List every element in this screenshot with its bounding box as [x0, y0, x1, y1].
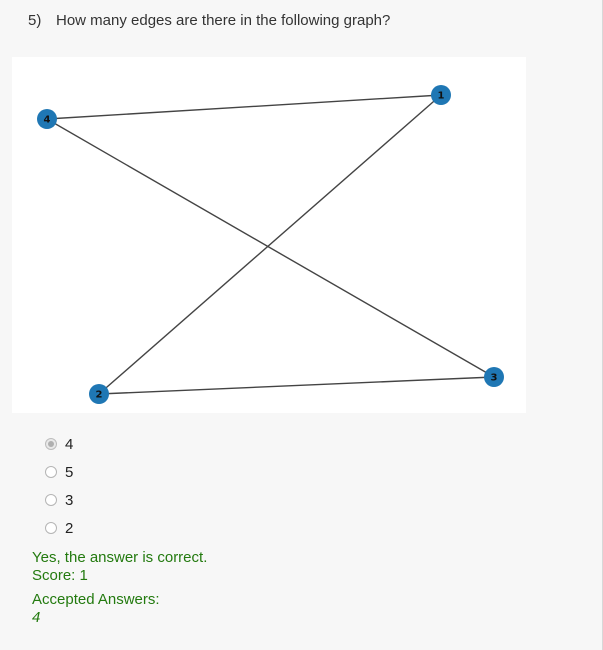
feedback-score: Score: 1	[32, 567, 88, 584]
node-4: 4	[37, 109, 57, 129]
option-label: 4	[65, 435, 74, 453]
option-2[interactable]: 2	[45, 514, 73, 542]
question-number: 5)	[28, 12, 42, 29]
option-label: 3	[65, 491, 74, 509]
accepted-answers-value: 4	[32, 609, 41, 626]
option-5[interactable]: 5	[45, 458, 73, 486]
edge-1-2	[98, 94, 442, 395]
option-label: 2	[65, 519, 74, 537]
node-3: 3	[484, 367, 504, 387]
graph-image: 1 2 3 4	[12, 57, 526, 413]
feedback-result: Yes, the answer is correct.	[32, 549, 208, 566]
node-label: 4	[44, 115, 51, 126]
radio-option-3[interactable]	[45, 494, 57, 506]
node-1: 1	[431, 85, 451, 105]
quiz-page: 5) How many edges are there in the follow…	[0, 0, 603, 650]
radio-option-4[interactable]	[45, 438, 57, 450]
question-prompt: How many edges are there in the followin…	[56, 12, 391, 29]
answer-options: 4 5 3 2	[45, 430, 73, 542]
edge-4-1	[46, 94, 442, 120]
edge-4-3	[46, 118, 495, 378]
node-2: 2	[89, 384, 109, 404]
question-text: 5) How many edges are there in the follow…	[28, 12, 390, 29]
edge-2-3	[98, 376, 495, 395]
option-4[interactable]: 4	[45, 430, 73, 458]
radio-option-2[interactable]	[45, 522, 57, 534]
graph-figure: 1 2 3 4	[37, 85, 504, 404]
accepted-answers-label: Accepted Answers:	[32, 591, 160, 608]
feedback-block: Yes, the answer is correct. Score: 1 Acc…	[32, 549, 207, 627]
node-label: 2	[96, 390, 103, 401]
node-label: 1	[438, 91, 445, 102]
radio-option-5[interactable]	[45, 466, 57, 478]
option-label: 5	[65, 463, 74, 481]
option-3[interactable]: 3	[45, 486, 73, 514]
node-label: 3	[491, 373, 498, 384]
